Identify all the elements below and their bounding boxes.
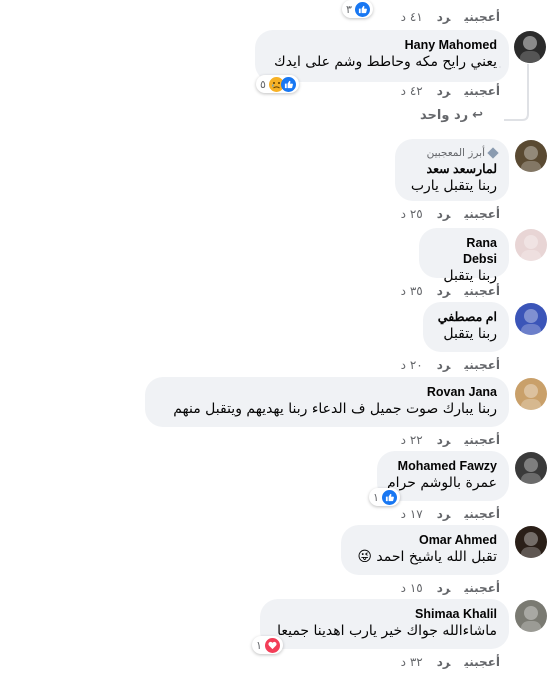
comment-text: ربنا يتقبل [443,326,497,342]
comment-time: ١٧ د [400,507,423,521]
comment-text: تقبل الله ياشيخ احمد 😜 [357,549,497,565]
comment-author[interactable]: Rana Debsi [431,235,497,267]
comment-actions: أعجبني رد ٢٢ د [392,432,500,448]
comment-text: ربنا يبارك صوت جميل ف الدعاء ربنا يهديهم… [173,401,497,417]
comment-time: ٤١ د [400,10,423,24]
comment-author[interactable]: Mohamed Fawzy [389,458,497,474]
reply-button[interactable]: رد [437,507,451,521]
avatar[interactable] [515,600,547,632]
top-reaction-badge[interactable]: ٣ [342,0,373,18]
comment-text: ربنا يتقبل يارب [410,178,497,194]
like-button[interactable]: أعجبني [464,507,500,521]
comment-author[interactable]: Shimaa Khalil [272,606,497,622]
comment-bubble: Rovan Jana ربنا يبارك صوت جميل ف الدعاء ر… [145,377,509,427]
comment-text: ماشاءالله جواك خير يارب اهدينا جميعا [277,623,497,639]
heart-icon [264,637,280,653]
like-button[interactable]: أعجبني [464,655,500,669]
comment-time: ٢٠ د [400,358,423,372]
reply-button[interactable]: رد [437,284,451,298]
comment-bubble: Rana Debsi ربنا يتقبل [419,228,509,284]
comment-bubble: Hany Mahomed يعني رايح مكه وحاطط وشم على… [255,30,509,82]
thread-line [504,64,529,121]
reaction-count: ١ [373,490,379,504]
avatar[interactable] [515,378,547,410]
avatar-image [521,606,541,632]
like-button[interactable]: أعجبني [464,581,500,595]
like-button[interactable]: أعجبني [464,207,500,221]
comment-author[interactable]: Omar Ahmed [353,532,497,548]
like-icon [381,489,397,505]
like-icon [280,76,296,92]
reply-button[interactable]: رد [437,581,451,595]
comment-bubble: Shimaa Khalil ماشاءالله جواك خير يارب اهد… [260,599,509,649]
view-replies-label: رد واحد [420,108,469,123]
avatar[interactable] [515,303,547,335]
comment-time: ١٥ د [400,581,423,595]
reply-arrow-icon: ↩ [472,108,484,123]
comment-actions: أعجبني رد ١٥ د [392,580,500,596]
avatar[interactable] [515,140,547,172]
comment-text: عمرة بالوشم حرام [386,475,497,491]
avatar-image [521,146,541,172]
comment-author[interactable]: Rovan Jana [157,384,497,400]
comment-bubble: Omar Ahmed تقبل الله ياشيخ احمد 😜 [341,525,509,575]
comment-author[interactable]: لمارسعد سعد [407,161,497,177]
comment-time: ٣٥ د [400,284,423,298]
like-button[interactable]: أعجبني [464,284,500,298]
top-fan-icon [487,147,499,159]
comment-bubble: ام مصطفي ربنا يتقبل [423,302,509,352]
avatar-image [521,235,541,261]
comment-bubble: أبرز المعجبين لمارسعد سعد ربنا يتقبل يارب [395,139,509,201]
avatar[interactable] [515,452,547,484]
comment-time: ٢٢ د [400,433,423,447]
comment-actions: أعجبني رد ٢٠ د [392,357,500,373]
comment-text: يعني رايح مكه وحاطط وشم على ايدك [274,54,497,70]
top-fan-badge: أبرز المعجبين [407,146,499,160]
comment-actions: أعجبنيرد٤٢ د [392,83,500,99]
comment-reaction-badge[interactable]: ١ [252,636,283,654]
avatar-image [521,384,541,410]
comment-actions: أعجبني رد ٢٥ د [392,206,500,222]
reply-button[interactable]: رد [437,358,451,372]
comment-actions: أعجبني رد ٣٢ د [392,654,500,670]
like-button[interactable]: أعجبني [464,10,500,24]
avatar-image [521,458,541,484]
comment-time: ٣٢ د [400,655,423,669]
avatar-image [520,36,540,63]
reply-button[interactable]: رد [437,84,451,98]
badge-label: أبرز المعجبين [426,147,485,159]
avatar-image [521,532,541,558]
top-comment-actions: أعجبني رد ٤١ د [396,9,500,25]
like-icon [354,1,370,17]
comment-time: ٢٥ د [400,207,423,221]
reply-button[interactable]: رد [437,433,451,447]
reply-button[interactable]: رد [437,207,451,221]
avatar[interactable] [515,526,547,558]
reaction-count: ٥ [260,77,266,91]
comment-reaction-badge[interactable]: ١ [369,488,400,506]
reply-button[interactable]: رد [437,10,451,24]
reply-button[interactable]: رد [437,655,451,669]
avatar[interactable] [514,31,546,63]
reaction-count: ١ [256,638,262,652]
comment-actions: أعجبني رد ١٧ د [392,506,500,522]
like-button[interactable]: أعجبني [464,433,500,447]
avatar-image [521,309,541,335]
comment-author[interactable]: ام مصطفي [435,309,497,325]
comment-reaction-badge[interactable]: ٥ [256,75,299,93]
comment-actions: أعجبني رد ٣٥ د [392,283,500,299]
like-button[interactable]: أعجبني [464,358,500,372]
comment-time: ٤٢ د [400,84,423,98]
reaction-count: ٣ [346,2,352,16]
view-replies-link[interactable]: ↩رد واحد [420,108,483,123]
avatar[interactable] [515,229,547,261]
comment-author[interactable]: Hany Mahomed [267,37,497,53]
